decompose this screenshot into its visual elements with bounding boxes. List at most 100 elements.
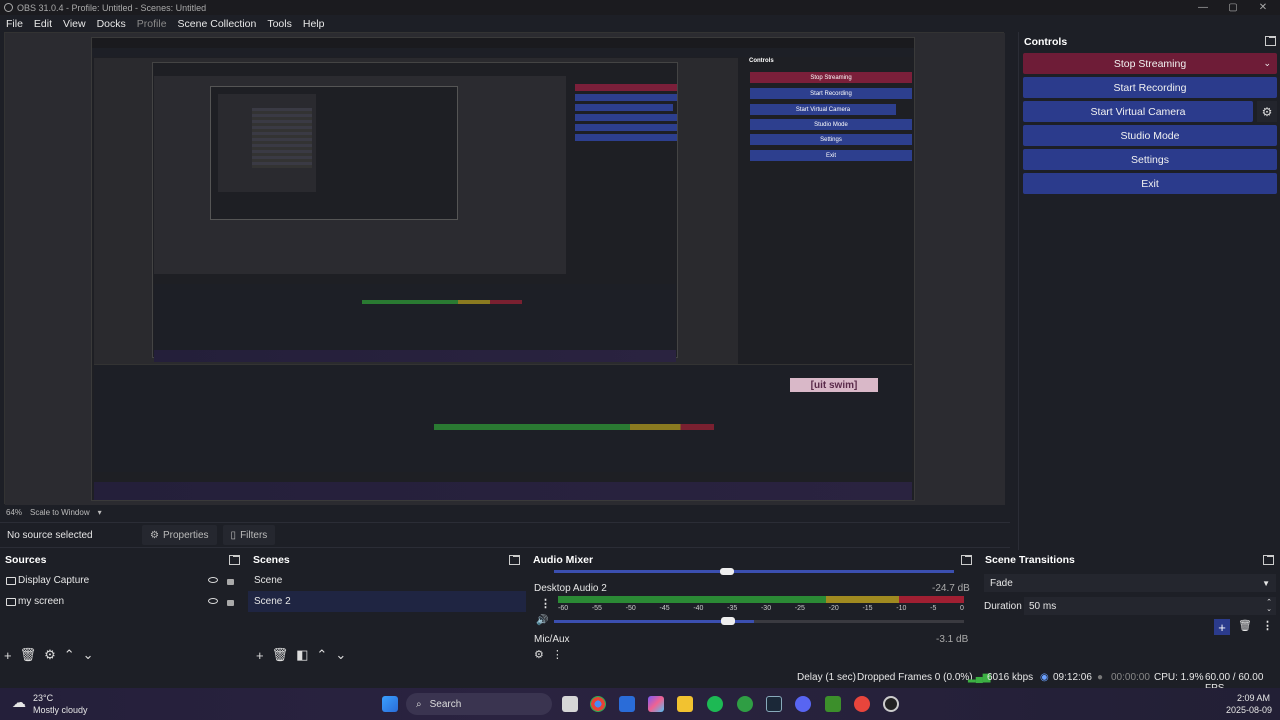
controls-title: Controls [1024, 36, 1068, 48]
chevron-down-icon[interactable]: ⌄ [1263, 58, 1271, 69]
transitions-title: Scene Transitions [985, 554, 1075, 566]
studio-mode-label: Studio Mode [1120, 129, 1180, 142]
preview-canvas[interactable]: Controls Stop Streaming Start Recording … [4, 32, 1114, 549]
duration-input[interactable]: 50 ms ⌃ ⌄ [1024, 597, 1276, 615]
context-bar: No source selected ⚙ Properties ▯ Filter… [0, 522, 1010, 548]
undock-icon[interactable] [1263, 555, 1274, 565]
undock-icon[interactable] [961, 555, 972, 565]
eye-icon[interactable] [208, 598, 218, 604]
add-transition-button[interactable]: + [1214, 619, 1230, 635]
more-icon[interactable]: ⋮ [1262, 619, 1273, 632]
gear-icon[interactable]: ⚙ [1257, 101, 1277, 122]
stop-streaming-button[interactable]: Stop Streaming ⌄ [1023, 53, 1277, 74]
trash-icon[interactable]: 🗑 [272, 647, 289, 663]
audio-mixer-dock: Audio Mixer Desktop Audio 2 -24.7 dB ⋮ -… [528, 551, 978, 667]
delay-status: Delay (1 sec) [797, 672, 856, 683]
undock-icon[interactable] [1265, 36, 1276, 46]
stepper-icon[interactable]: ⌃ ⌄ [1266, 599, 1272, 613]
move-up-icon[interactable]: ⌃ [64, 647, 75, 663]
meter-scale: -60 -55 -50 -45 -40 -35 -30 -25 -20 -15 -10 -5 0 [558, 605, 964, 612]
stop-streaming-label: Stop Streaming [1113, 57, 1187, 70]
move-down-icon[interactable]: ⌄ [335, 647, 346, 663]
menu-scene-collection[interactable]: Scene Collection [178, 18, 257, 30]
eye-icon[interactable] [208, 577, 218, 583]
weather-text: Mostly cloudy [33, 705, 88, 715]
move-up-icon[interactable]: ⌃ [316, 647, 327, 663]
menu-bar: File Edit View Docks Profile Scene Colle… [0, 15, 1280, 32]
discord-icon[interactable] [795, 696, 811, 712]
exit-button[interactable]: Exit [1023, 173, 1277, 194]
gear-icon[interactable]: ⚙ [44, 647, 56, 663]
add-icon[interactable]: + [256, 648, 264, 663]
paint-icon[interactable] [854, 696, 870, 712]
windows-start-icon[interactable] [382, 696, 398, 712]
xbox-icon[interactable] [737, 696, 753, 712]
audio-meter [558, 596, 964, 603]
preview-overlay-nested: [uit swim] [790, 378, 878, 392]
trash-icon[interactable]: 🗑 [20, 647, 37, 663]
task-view-icon[interactable] [562, 696, 578, 712]
move-down-icon[interactable]: ⌄ [83, 647, 94, 663]
monitor-icon [6, 576, 16, 585]
search-icon: ⌕ [416, 698, 422, 710]
scenes-dock: Scenes Scene Scene 2 + 🗑 ◧ ⌃ ⌄ [248, 551, 526, 667]
minecraft-icon[interactable] [825, 696, 841, 712]
close-button[interactable]: ✕ [1248, 0, 1278, 15]
lock-icon[interactable] [227, 579, 234, 585]
source-item[interactable]: Display Capture [0, 570, 246, 591]
scale-mode-select[interactable]: Scale to Window [30, 508, 90, 517]
studio-mode-button[interactable]: Studio Mode [1023, 125, 1277, 146]
exit-label: Exit [1141, 177, 1159, 190]
menu-view[interactable]: View [63, 18, 86, 30]
menu-tools[interactable]: Tools [267, 18, 292, 30]
start-recording-button[interactable]: Start Recording [1023, 77, 1277, 98]
clock-date: 2025-08-09 [1226, 705, 1273, 715]
undock-icon[interactable] [229, 555, 240, 565]
scene-item[interactable]: Scene [248, 570, 526, 591]
trash-icon[interactable]: 🗑 [1238, 619, 1252, 632]
record-time: 00:00:00 [1111, 672, 1150, 683]
filters-button[interactable]: ▯ Filters [222, 525, 276, 545]
menu-profile[interactable]: Profile [137, 18, 167, 30]
start-virtual-camera-button[interactable]: Start Virtual Camera [1023, 101, 1253, 122]
lock-icon[interactable] [227, 600, 234, 606]
weather-icon[interactable]: ☁ [12, 694, 26, 711]
spotify-icon[interactable] [707, 696, 723, 712]
chevron-down-icon[interactable]: ▾ [98, 508, 102, 517]
menu-docks[interactable]: Docks [97, 18, 126, 30]
settings-button[interactable]: Settings [1023, 149, 1277, 170]
filter-icon[interactable]: ◧ [296, 647, 308, 663]
more-icon[interactable]: ⋮ [552, 648, 563, 661]
properties-button[interactable]: ⚙ Properties [142, 525, 217, 545]
temperature: 23°C [33, 693, 54, 703]
maximize-button[interactable]: ▢ [1218, 0, 1248, 15]
undock-icon[interactable] [509, 555, 520, 565]
slider-handle[interactable] [720, 568, 734, 575]
duration-label: Duration [984, 601, 1022, 612]
speaker-icon[interactable]: 🔊 [536, 615, 548, 626]
volume-slider[interactable] [554, 570, 954, 573]
search-box[interactable]: ⌕ Search [406, 693, 552, 715]
store-icon[interactable] [619, 696, 635, 712]
scene-item[interactable]: Scene 2 [248, 591, 526, 612]
slider-handle[interactable] [721, 617, 735, 625]
transition-select[interactable]: Fade ▼ [984, 574, 1276, 592]
settings-label: Settings [1131, 153, 1169, 166]
menu-help[interactable]: Help [303, 18, 325, 30]
bitrate: 6016 kbps [987, 672, 1034, 683]
sources-dock: Sources Display Capture my screen + 🗑 ⚙ … [0, 551, 246, 667]
file-explorer-icon[interactable] [677, 696, 693, 712]
source-item[interactable]: my screen [0, 591, 246, 612]
channel-name: Desktop Audio 2 [534, 583, 607, 594]
chrome-icon[interactable] [590, 696, 606, 712]
add-icon[interactable]: + [4, 648, 12, 663]
more-icon[interactable]: ⋮ [540, 597, 551, 610]
steam-icon[interactable] [766, 696, 782, 712]
obs-icon[interactable] [883, 696, 899, 712]
copilot-icon[interactable] [648, 696, 664, 712]
nested-obs-window: Controls Stop Streaming Start Recording … [91, 37, 915, 501]
menu-file[interactable]: File [6, 18, 23, 30]
gear-icon[interactable]: ⚙ [534, 648, 544, 661]
minimize-button[interactable]: — [1188, 0, 1218, 15]
menu-edit[interactable]: Edit [34, 18, 52, 30]
